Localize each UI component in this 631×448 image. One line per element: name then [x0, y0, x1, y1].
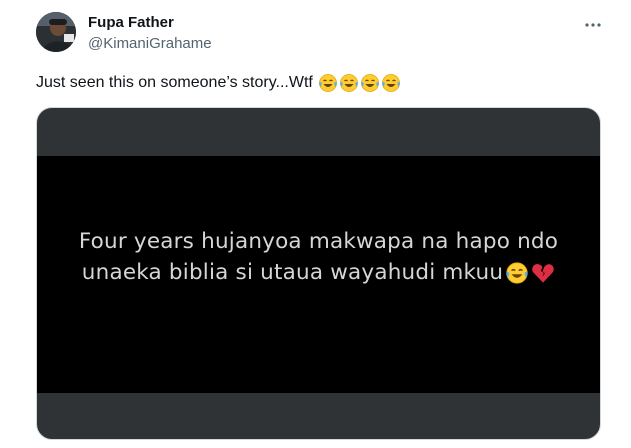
- tears-of-joy-emoji-icon: [506, 261, 528, 284]
- avatar[interactable]: [36, 12, 76, 52]
- tweet-media[interactable]: Four years hujanyoa makwapa na hapo ndo …: [36, 107, 601, 440]
- author-handle[interactable]: @KimaniGrahame: [88, 34, 212, 54]
- broken-heart-emoji-icon: [532, 263, 554, 283]
- media-caption-line1: Four years hujanyoa makwapa na hapo ndo: [78, 229, 559, 254]
- media-caption-line2-row: unaeka biblia si utaua wayahudi mkuu: [82, 257, 555, 288]
- tears-of-joy-emoji-icon: [360, 74, 379, 92]
- tears-of-joy-emoji-icon: [381, 74, 400, 92]
- more-options-button[interactable]: [578, 10, 608, 40]
- tweet-text-body: Just seen this on someone’s story...Wtf: [36, 74, 313, 91]
- tears-of-joy-emoji-icon: [339, 74, 358, 92]
- tears-of-joy-emoji-icon: [318, 74, 337, 92]
- more-horizontal-icon: [585, 23, 601, 27]
- tweet: Fupa Father @KimaniGrahame Just seen thi…: [0, 0, 631, 448]
- emoji-row: [317, 73, 401, 93]
- author-name[interactable]: Fupa Father: [88, 13, 174, 33]
- media-caption-line2: unaeka biblia si utaua wayahudi mkuu: [81, 260, 504, 285]
- tweet-text: Just seen this on someone’s story...Wtf: [36, 72, 401, 94]
- media-caption: Four years hujanyoa makwapa na hapo ndo …: [37, 226, 600, 288]
